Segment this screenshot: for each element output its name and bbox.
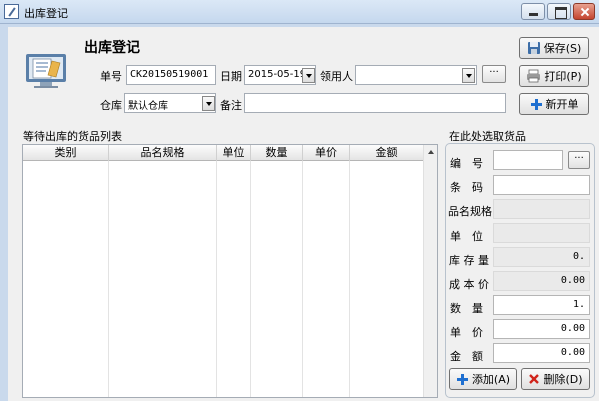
print-label: 打印(P) — [544, 70, 582, 83]
column-header-amount[interactable]: 金额 — [350, 145, 423, 161]
cost-field: 0.00 — [493, 271, 590, 291]
unit-field — [493, 223, 590, 243]
delete-x-icon — [529, 374, 540, 384]
amount-label: 金 额 — [450, 350, 483, 363]
add-item-button[interactable]: 添加(A) — [449, 368, 517, 390]
scroll-up-arrow-icon[interactable] — [428, 150, 434, 154]
item-picker-title: 在此处选取货品 — [449, 130, 526, 143]
print-button[interactable]: 打印(P) — [519, 65, 589, 87]
item-browse-button[interactable]: ··· — [568, 151, 590, 169]
minimize-button[interactable] — [521, 3, 545, 20]
warehouse-label: 仓库 — [100, 99, 122, 112]
barcode-field[interactable] — [493, 175, 590, 195]
save-label: 保存(S) — [543, 42, 582, 55]
column-divider — [251, 161, 303, 397]
pending-items-grid[interactable]: 类别 品名规格 单位 数量 单价 金额 — [22, 144, 438, 398]
order-no-field[interactable]: CK20150519001 — [126, 65, 216, 85]
code-label: 编 号 — [450, 157, 483, 170]
printer-icon — [527, 69, 541, 83]
warehouse-dropdown-icon[interactable] — [202, 96, 215, 111]
receiver-combo[interactable] — [355, 65, 477, 85]
column-header-name-spec[interactable]: 品名规格 — [109, 145, 217, 161]
close-button[interactable] — [573, 3, 595, 20]
stock-field: 0. — [493, 247, 590, 267]
cost-label: 成 本 价 — [449, 278, 489, 291]
price-field[interactable]: 0.00 — [493, 319, 590, 339]
column-header-category[interactable]: 类别 — [23, 145, 109, 161]
pending-list-title: 等待出库的货品列表 — [23, 130, 122, 143]
delete-item-button[interactable]: 删除(D) — [521, 368, 590, 390]
name-spec-label: 品名规格 — [448, 205, 492, 218]
column-divider — [109, 161, 217, 397]
document-monitor-icon — [26, 54, 66, 88]
column-header-unit[interactable]: 单位 — [217, 145, 251, 161]
maximize-button[interactable] — [547, 3, 571, 20]
remark-field[interactable] — [244, 93, 506, 113]
title-bar[interactable] — [0, 0, 599, 24]
date-dropdown-icon[interactable] — [302, 68, 315, 83]
receiver-dropdown-icon[interactable] — [462, 68, 475, 83]
save-button[interactable]: 保存(S) — [519, 37, 589, 59]
name-spec-field — [493, 199, 590, 219]
add-item-label: 添加(A) — [471, 373, 511, 386]
window-title: 出库登记 — [24, 7, 68, 20]
delete-item-label: 删除(D) — [543, 373, 583, 386]
page-title: 出库登记 — [84, 40, 140, 56]
new-order-button[interactable]: 新开单 — [519, 93, 589, 115]
save-icon — [527, 42, 540, 54]
column-divider — [303, 161, 350, 397]
barcode-label: 条 码 — [450, 181, 483, 194]
column-divider — [217, 161, 251, 397]
column-header-quantity[interactable]: 数量 — [251, 145, 303, 161]
new-order-label: 新开单 — [545, 98, 579, 111]
stock-label: 库 存 量 — [449, 254, 489, 267]
remark-label: 备注 — [220, 99, 242, 112]
item-code-field[interactable] — [493, 150, 563, 170]
quantity-field[interactable]: 1. — [493, 295, 590, 315]
price-label: 单 价 — [450, 326, 483, 339]
warehouse-value: 默认仓库 — [128, 101, 168, 112]
app-icon — [4, 4, 19, 19]
column-divider — [23, 161, 109, 397]
unit-label: 单 位 — [450, 230, 483, 243]
quantity-label: 数 量 — [450, 302, 483, 315]
grid-vertical-scrollbar[interactable] — [423, 145, 437, 397]
receiver-label: 领用人 — [320, 70, 353, 83]
order-no-label: 单号 — [100, 70, 122, 83]
receiver-browse-button[interactable]: ··· — [482, 65, 506, 83]
plus-icon — [530, 98, 542, 110]
date-label: 日期 — [220, 70, 242, 83]
grid-header: 类别 品名规格 单位 数量 单价 金额 — [23, 145, 423, 161]
amount-field[interactable]: 0.00 — [493, 343, 590, 363]
plus-icon — [456, 373, 468, 385]
column-header-unit-price[interactable]: 单价 — [303, 145, 350, 161]
date-value: 2015-05-19 — [248, 69, 307, 80]
